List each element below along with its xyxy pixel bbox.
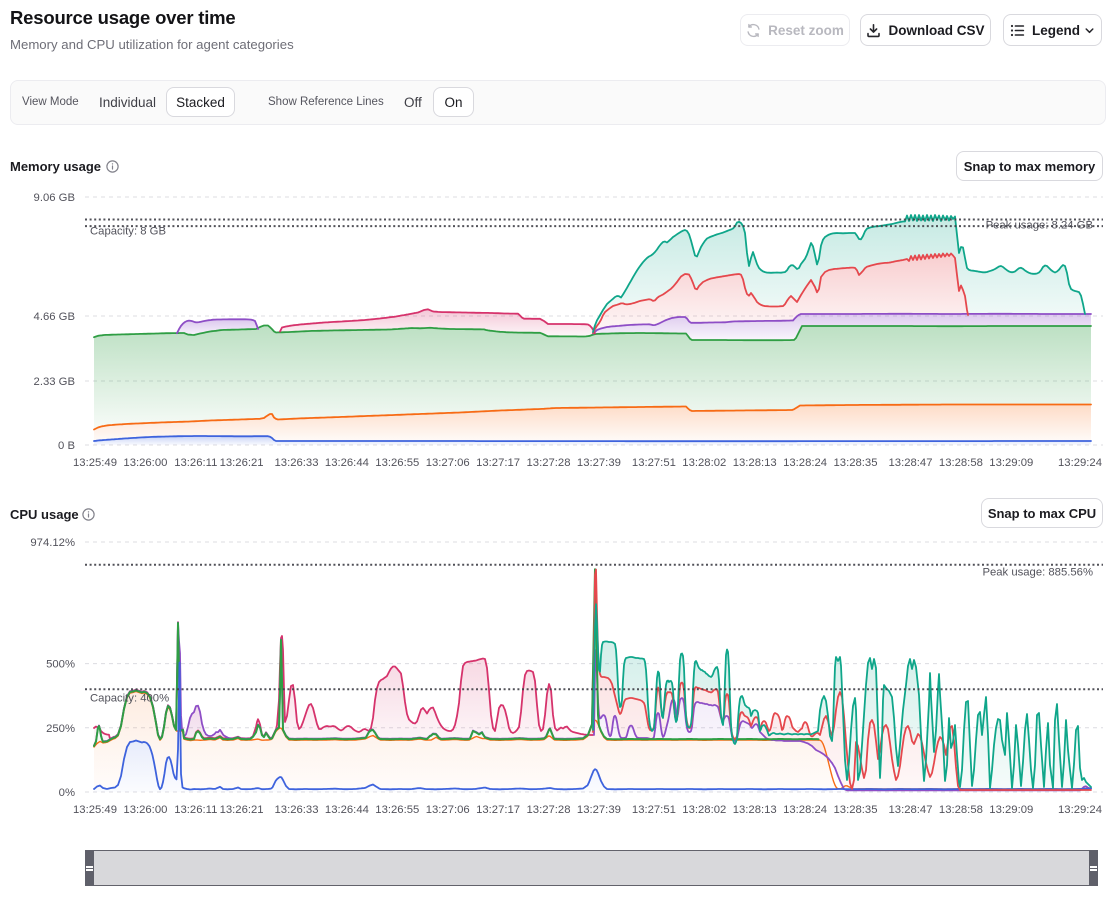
svg-text:13:27:39: 13:27:39 [577, 804, 621, 816]
svg-text:13:26:11: 13:26:11 [174, 457, 217, 469]
svg-text:13:26:21: 13:26:21 [220, 804, 264, 816]
svg-text:13:26:11: 13:26:11 [174, 804, 217, 816]
svg-text:13:27:06: 13:27:06 [426, 457, 470, 469]
svg-text:500%: 500% [46, 659, 75, 671]
svg-text:13:26:33: 13:26:33 [275, 804, 319, 816]
svg-text:13:27:51: 13:27:51 [632, 457, 676, 469]
svg-text:13:27:28: 13:27:28 [527, 457, 571, 469]
svg-text:13:27:51: 13:27:51 [632, 804, 676, 816]
svg-text:13:29:24: 13:29:24 [1058, 457, 1102, 469]
svg-text:13:29:24: 13:29:24 [1058, 804, 1102, 816]
svg-text:13:28:02: 13:28:02 [682, 804, 726, 816]
svg-text:13:28:13: 13:28:13 [733, 804, 777, 816]
svg-text:13:26:21: 13:26:21 [220, 457, 264, 469]
svg-text:13:27:17: 13:27:17 [476, 804, 520, 816]
svg-text:13:28:35: 13:28:35 [834, 804, 878, 816]
svg-text:13:28:24: 13:28:24 [783, 804, 827, 816]
svg-text:13:28:58: 13:28:58 [939, 804, 983, 816]
svg-text:250%: 250% [46, 723, 75, 735]
svg-text:4.66 GB: 4.66 GB [34, 311, 75, 323]
svg-text:13:26:55: 13:26:55 [375, 804, 419, 816]
svg-text:13:26:44: 13:26:44 [325, 804, 369, 816]
svg-text:Capacity: 400%: Capacity: 400% [90, 693, 169, 705]
svg-text:13:28:47: 13:28:47 [889, 457, 933, 469]
svg-text:13:27:39: 13:27:39 [577, 457, 621, 469]
svg-text:13:27:17: 13:27:17 [476, 457, 520, 469]
svg-text:Peak usage: 885.56%: Peak usage: 885.56% [982, 567, 1093, 579]
svg-text:13:27:06: 13:27:06 [426, 804, 470, 816]
svg-text:13:26:00: 13:26:00 [123, 457, 167, 469]
svg-text:13:26:44: 13:26:44 [325, 457, 369, 469]
svg-text:13:28:24: 13:28:24 [783, 457, 827, 469]
svg-text:2.33 GB: 2.33 GB [34, 376, 75, 388]
svg-text:974.12%: 974.12% [30, 537, 75, 549]
svg-text:13:27:28: 13:27:28 [527, 804, 571, 816]
svg-text:13:28:13: 13:28:13 [733, 457, 777, 469]
svg-text:13:25:49: 13:25:49 [73, 804, 117, 816]
svg-text:13:25:49: 13:25:49 [73, 457, 117, 469]
svg-text:9.06 GB: 9.06 GB [34, 192, 75, 204]
svg-text:Capacity: 8 GB: Capacity: 8 GB [90, 226, 166, 238]
svg-text:13:28:02: 13:28:02 [682, 457, 726, 469]
svg-text:13:26:55: 13:26:55 [375, 457, 419, 469]
svg-text:13:26:33: 13:26:33 [275, 457, 319, 469]
svg-text:0%: 0% [59, 787, 75, 799]
svg-text:13:26:00: 13:26:00 [123, 804, 167, 816]
svg-text:13:28:47: 13:28:47 [889, 804, 933, 816]
svg-text:13:28:35: 13:28:35 [834, 457, 878, 469]
svg-text:0 B: 0 B [58, 440, 75, 452]
svg-text:13:29:09: 13:29:09 [989, 457, 1033, 469]
svg-text:13:29:09: 13:29:09 [989, 804, 1033, 816]
svg-text:13:28:58: 13:28:58 [939, 457, 983, 469]
